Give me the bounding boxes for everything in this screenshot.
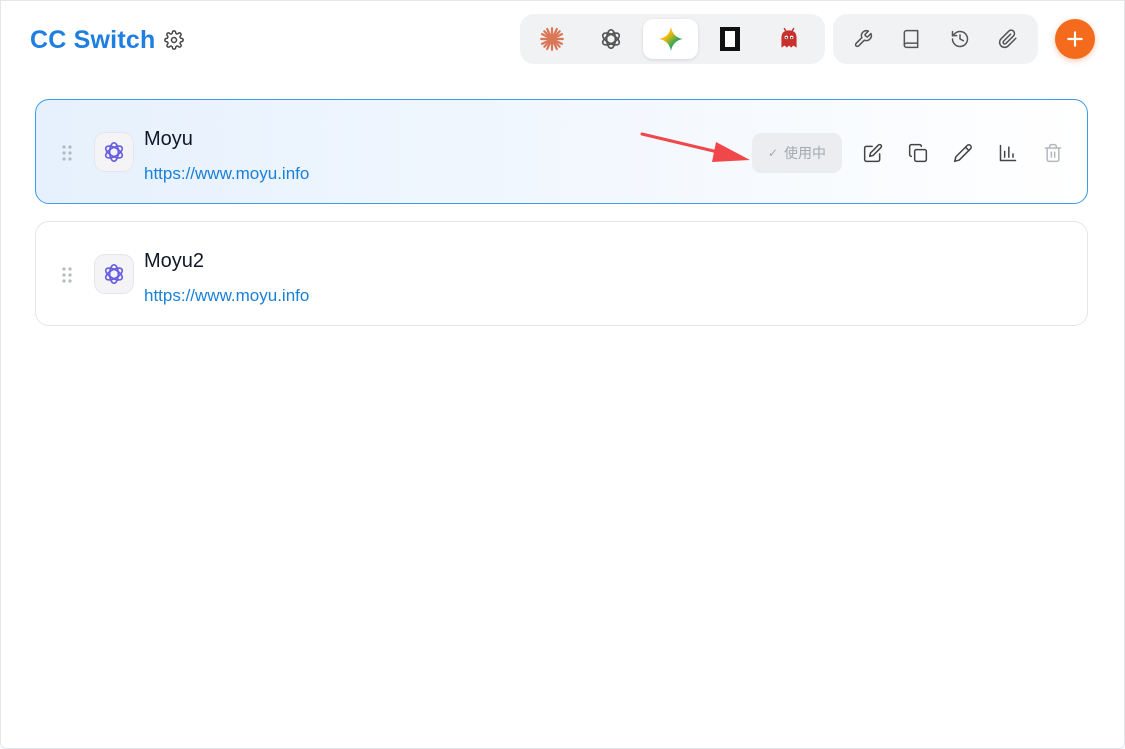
add-provider-button[interactable] (1055, 19, 1095, 59)
drag-handle-icon[interactable] (61, 266, 73, 284)
paperclip-icon (998, 29, 1017, 49)
provider-icon (94, 132, 134, 172)
app-switcher (520, 14, 825, 64)
red-mascot-icon (781, 27, 797, 48)
claude-asterisk-icon (539, 27, 564, 51)
pencil-icon (953, 144, 972, 163)
app-tab-gemini[interactable] (642, 19, 699, 59)
openai-icon (104, 263, 124, 285)
bar-chart-icon (999, 144, 1016, 162)
edit-button[interactable] (850, 133, 895, 173)
gear-icon (164, 30, 184, 50)
provider-url-link[interactable]: https://www.moyu.info (144, 164, 309, 184)
app-tab-claude[interactable] (524, 19, 579, 59)
provider-icon (94, 254, 134, 294)
delete-button[interactable] (1030, 133, 1075, 173)
provider-card-moyu2[interactable]: Moyu2 https://www.moyu.info (35, 221, 1088, 326)
card-actions: ✓ 使用中 (752, 133, 1075, 173)
history-icon (951, 30, 968, 48)
prompts-button[interactable] (893, 21, 929, 57)
copy-icon (908, 143, 927, 163)
check-icon: ✓ (767, 146, 779, 160)
attachments-button[interactable] (990, 21, 1026, 57)
in-use-label: 使用中 (784, 145, 827, 161)
drag-handle-icon[interactable] (61, 144, 73, 162)
book-icon (903, 29, 919, 49)
provider-name: Moyu (144, 128, 193, 150)
trash-icon (1044, 143, 1061, 163)
tool-group (833, 14, 1038, 64)
app-title: CC Switch (30, 26, 156, 54)
history-button[interactable] (942, 21, 978, 57)
rename-button[interactable] (940, 133, 985, 173)
openai-icon (104, 141, 124, 163)
app-tab-mascot[interactable] (762, 19, 817, 59)
usage-stats-button[interactable] (985, 133, 1030, 173)
settings-button[interactable] (162, 28, 186, 52)
provider-card-moyu[interactable]: Moyu https://www.moyu.info ✓ 使用中 (35, 99, 1088, 204)
in-use-status-button[interactable]: ✓ 使用中 (752, 133, 842, 173)
tools-button[interactable] (845, 21, 881, 57)
gemini-sparkle-icon (658, 27, 683, 51)
provider-url-link[interactable]: https://www.moyu.info (144, 286, 309, 306)
wrench-icon (855, 29, 873, 48)
app-tab-codex[interactable] (583, 19, 638, 59)
edit-icon (863, 143, 882, 163)
duplicate-button[interactable] (895, 133, 940, 173)
provider-name: Moyu2 (144, 250, 205, 272)
terminal-window-icon (719, 27, 740, 51)
plus-icon (1067, 31, 1083, 47)
openai-icon (602, 28, 621, 50)
app-tab-terminal[interactable] (702, 19, 757, 59)
